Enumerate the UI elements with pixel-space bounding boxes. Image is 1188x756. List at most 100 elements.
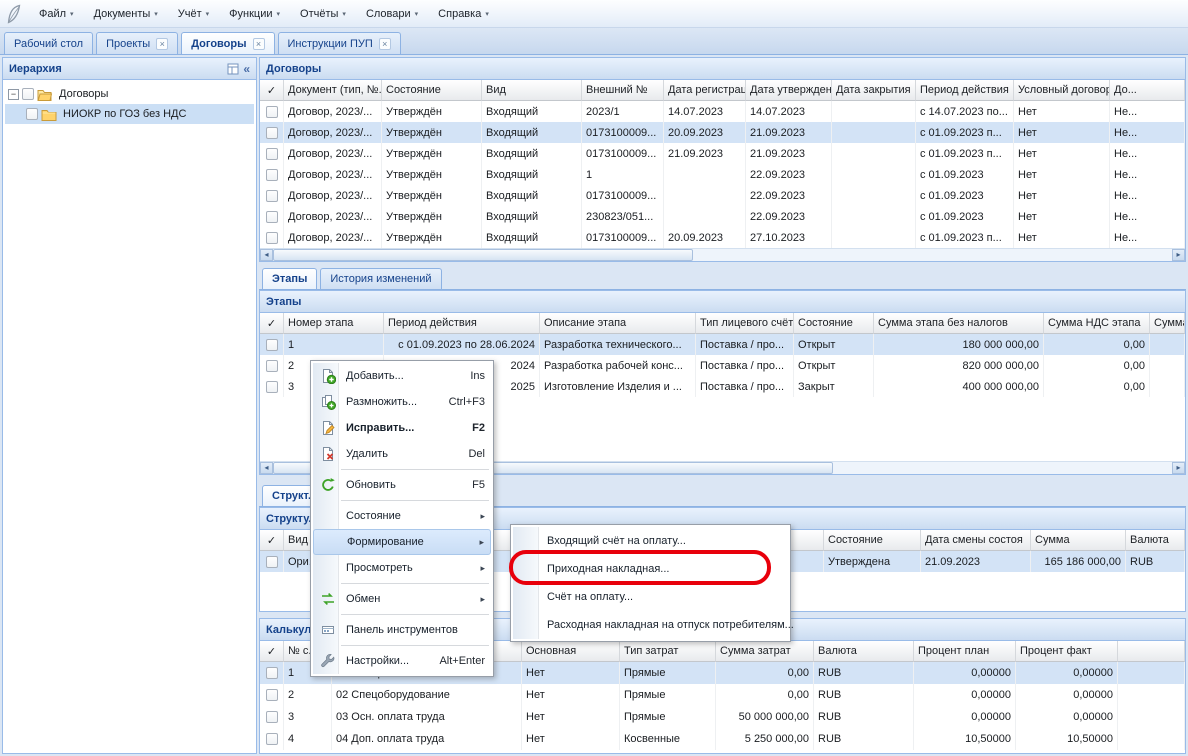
node-checkbox[interactable] xyxy=(26,108,38,120)
row-checkbox[interactable] xyxy=(266,556,278,568)
column-header[interactable]: Внешний № xyxy=(582,80,664,101)
row-checkbox[interactable] xyxy=(266,360,278,372)
collapse-panel-icon[interactable]: « xyxy=(243,63,250,75)
column-header[interactable]: Сумма НДС этапа xyxy=(1044,313,1150,334)
tab-stages[interactable]: Этапы xyxy=(262,268,317,289)
horizontal-scrollbar[interactable]: ◂ ▸ xyxy=(260,248,1185,261)
tab-desktop[interactable]: Рабочий стол xyxy=(4,32,93,54)
menu-item-exchange[interactable]: Обмен ▸ xyxy=(313,586,491,612)
column-header[interactable]: Тип лицевого счёт xyxy=(696,313,794,334)
tree-node-niokr[interactable]: НИОКР по ГОЗ без НДС xyxy=(5,104,254,124)
scroll-right-icon[interactable]: ▸ xyxy=(1172,462,1185,474)
menu-accounting[interactable]: Учёт▾ xyxy=(169,5,218,23)
row-checkbox[interactable] xyxy=(266,232,278,244)
menu-dictionaries[interactable]: Словари▾ xyxy=(357,5,427,23)
column-header[interactable]: Процент факт xyxy=(1016,641,1118,662)
table-row[interactable]: 202 СпецоборудованиеНетПрямые0,00RUB0,00… xyxy=(260,684,1185,706)
table-row[interactable]: 404 Доп. оплата трудаНетКосвенные5 250 0… xyxy=(260,728,1185,750)
column-header[interactable]: Состояние xyxy=(382,80,482,101)
row-checkbox[interactable] xyxy=(266,689,278,701)
select-all-header[interactable]: ✓ xyxy=(260,641,284,662)
column-header[interactable]: Документ (тип, №... xyxy=(284,80,382,101)
tab-projects[interactable]: Проекты× xyxy=(96,32,178,54)
menu-reports[interactable]: Отчёты▾ xyxy=(291,5,355,23)
row-checkbox[interactable] xyxy=(266,127,278,139)
column-header[interactable]: Основная xyxy=(522,641,620,662)
column-header[interactable]: Тип затрат xyxy=(620,641,716,662)
scroll-right-icon[interactable]: ▸ xyxy=(1172,249,1185,261)
select-all-header[interactable]: ✓ xyxy=(260,80,284,101)
row-checkbox[interactable] xyxy=(266,148,278,160)
table-row[interactable]: Договор, 2023/...УтверждёнВходящий017310… xyxy=(260,143,1185,164)
column-header[interactable]: Период действия xyxy=(916,80,1014,101)
row-checkbox[interactable] xyxy=(266,339,278,351)
submenu-item-outgoing-note[interactable]: Расходная накладная на отпуск потребител… xyxy=(513,611,788,639)
column-header[interactable]: Дата регистрации xyxy=(664,80,746,101)
menu-item-formation[interactable]: Формирование ▸ xyxy=(313,529,491,555)
submenu-item-payment-invoice[interactable]: Счёт на оплату... xyxy=(513,583,788,611)
scroll-left-icon[interactable]: ◂ xyxy=(260,462,273,474)
row-checkbox[interactable] xyxy=(266,733,278,745)
scroll-left-icon[interactable]: ◂ xyxy=(260,249,273,261)
column-header[interactable]: Дата утверждения xyxy=(746,80,832,101)
table-row[interactable]: Договор, 2023/...УтверждёнВходящий017310… xyxy=(260,185,1185,206)
menu-item-toolbar[interactable]: Панель инструментов xyxy=(313,617,491,643)
tab-contracts[interactable]: Договоры× xyxy=(181,32,274,54)
submenu-item-incoming-invoice[interactable]: Входящий счёт на оплату... xyxy=(513,527,788,555)
column-header[interactable]: Состояние xyxy=(794,313,874,334)
close-icon[interactable]: × xyxy=(379,38,391,50)
column-header[interactable]: Процент план xyxy=(914,641,1016,662)
column-header[interactable] xyxy=(1118,641,1185,662)
column-header[interactable]: Состояние xyxy=(824,530,921,551)
menu-item-add[interactable]: Добавить... Ins xyxy=(313,363,491,389)
row-checkbox[interactable] xyxy=(266,169,278,181)
row-checkbox[interactable] xyxy=(266,667,278,679)
tab-instructions-pup[interactable]: Инструкции ПУП× xyxy=(278,32,401,54)
column-header[interactable]: Дата закрытия xyxy=(832,80,916,101)
menu-documents[interactable]: Документы▾ xyxy=(85,5,167,23)
row-checkbox[interactable] xyxy=(266,106,278,118)
node-checkbox[interactable] xyxy=(22,88,34,100)
column-header[interactable]: Валюта xyxy=(1126,530,1185,551)
menu-functions[interactable]: Функции▾ xyxy=(220,5,289,23)
column-header[interactable]: Номер этапа xyxy=(284,313,384,334)
table-row[interactable]: Договор, 2023/...УтверждёнВходящий122.09… xyxy=(260,164,1185,185)
vertical-splitter[interactable] xyxy=(257,55,259,754)
table-row[interactable]: Договор, 2023/...УтверждёнВходящий017310… xyxy=(260,122,1185,143)
column-header[interactable]: Сумма xyxy=(1031,530,1126,551)
horizontal-splitter[interactable] xyxy=(259,262,1186,266)
table-row[interactable]: Договор, 2023/...УтверждёнВходящий2023/1… xyxy=(260,101,1185,122)
row-checkbox[interactable] xyxy=(266,711,278,723)
column-header[interactable]: Дата смены состоя xyxy=(921,530,1031,551)
column-header[interactable]: Сумма этапа без налогов xyxy=(874,313,1044,334)
column-header[interactable]: Период действия xyxy=(384,313,540,334)
column-header[interactable]: Вид xyxy=(482,80,582,101)
table-row[interactable]: Договор, 2023/...УтверждёнВходящий230823… xyxy=(260,206,1185,227)
menu-item-edit[interactable]: Исправить... F2 xyxy=(313,415,491,441)
menu-item-refresh[interactable]: Обновить F5 xyxy=(313,472,491,498)
menu-item-duplicate[interactable]: Размножить... Ctrl+F3 xyxy=(313,389,491,415)
menu-item-settings[interactable]: Настройки... Alt+Enter xyxy=(313,648,491,674)
menu-help[interactable]: Справка▾ xyxy=(429,5,498,23)
tab-change-history[interactable]: История изменений xyxy=(320,268,441,289)
row-checkbox[interactable] xyxy=(266,381,278,393)
column-header[interactable]: Валюта xyxy=(814,641,914,662)
menu-item-delete[interactable]: Удалить Del xyxy=(313,441,491,467)
column-header[interactable]: Описание этапа xyxy=(540,313,696,334)
menu-item-state[interactable]: Состояние ▸ xyxy=(313,503,491,529)
table-row[interactable]: 303 Осн. оплата трудаНетПрямые50 000 000… xyxy=(260,706,1185,728)
select-all-header[interactable]: ✓ xyxy=(260,313,284,334)
table-row[interactable]: Договор, 2023/...УтверждёнВходящий017310… xyxy=(260,227,1185,248)
table-row[interactable]: 1с 01.09.2023 по 28.06.2024Разработка те… xyxy=(260,334,1185,355)
select-all-header[interactable]: ✓ xyxy=(260,530,284,551)
column-header[interactable]: Условный договор xyxy=(1014,80,1110,101)
column-header[interactable]: Сумма эт... xyxy=(1150,313,1185,334)
expander-icon[interactable]: − xyxy=(8,89,19,100)
menu-item-view[interactable]: Просмотреть ▸ xyxy=(313,555,491,581)
row-checkbox[interactable] xyxy=(266,211,278,223)
submenu-item-receipt-note[interactable]: Приходная накладная... xyxy=(513,555,788,583)
scroll-thumb[interactable] xyxy=(273,249,693,261)
column-header[interactable]: До... xyxy=(1110,80,1185,101)
menu-file[interactable]: Файл▾ xyxy=(30,5,83,23)
tree-node-contracts[interactable]: − Договоры xyxy=(5,84,254,104)
